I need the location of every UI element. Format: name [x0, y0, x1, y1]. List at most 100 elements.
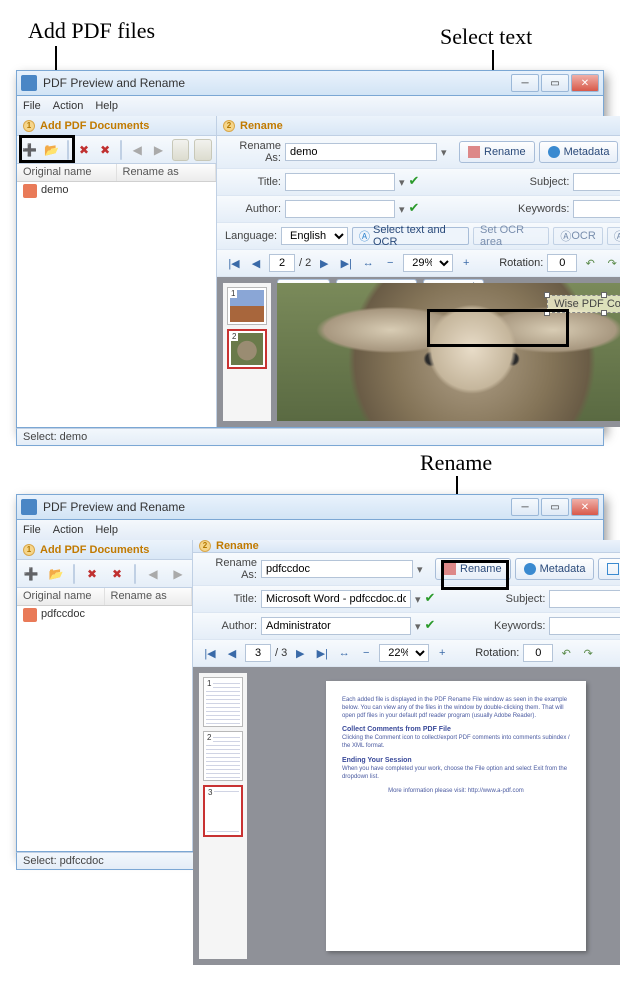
rotate-right-button[interactable]: ↷	[603, 254, 620, 272]
add-folder-button[interactable]: 📂	[43, 140, 60, 160]
disk-button-1[interactable]	[172, 139, 190, 161]
first-page-button[interactable]: |◀	[225, 254, 243, 272]
page-thumbnail[interactable]: 2	[203, 731, 243, 781]
disk-button-2[interactable]	[194, 139, 212, 161]
close-button[interactable]: ✕	[571, 498, 599, 516]
subject-label: Subject:	[513, 176, 569, 188]
rename-header: Rename	[240, 120, 283, 132]
list-item[interactable]: pdfccdoc	[17, 606, 192, 624]
a-ocr-button[interactable]: Ⓐ OCR	[553, 227, 602, 245]
pdf-preview[interactable]: Wise PDF Company	[277, 283, 620, 421]
rename-as-input[interactable]	[285, 143, 437, 161]
page-thumbnail[interactable]: 3	[203, 785, 243, 837]
ocr-button[interactable]: OCR	[598, 558, 620, 580]
next-page-button[interactable]: ▶	[291, 644, 309, 662]
maximize-button[interactable]: ▭	[541, 74, 569, 92]
info-icon	[524, 563, 536, 575]
zoom-out-button[interactable]: −	[357, 644, 375, 662]
page-thumbnail[interactable]: 1	[227, 287, 267, 325]
next-page-button[interactable]: ▶	[315, 254, 333, 272]
info-icon	[548, 146, 560, 158]
keywords-label: Keywords:	[513, 203, 569, 215]
page-total: / 3	[275, 647, 287, 659]
metadata-button[interactable]: Metadata	[539, 141, 619, 163]
check-icon: ✔	[425, 619, 439, 633]
rotation-input[interactable]	[523, 644, 553, 662]
move-up-button[interactable]: ◀	[129, 140, 145, 160]
move-down-button[interactable]: ▶	[168, 564, 188, 584]
rename-as-label: Rename As:	[201, 557, 257, 581]
menu-file[interactable]: File	[23, 100, 41, 112]
remove-all-button[interactable]: ✖	[97, 140, 113, 160]
move-down-button[interactable]: ▶	[150, 140, 166, 160]
remove-button[interactable]: ✖	[82, 564, 102, 584]
last-page-button[interactable]: ▶|	[313, 644, 331, 662]
page-thumbnail[interactable]: 1	[203, 677, 243, 727]
close-button[interactable]: ✕	[571, 74, 599, 92]
subject-input[interactable]	[573, 173, 620, 191]
move-up-button[interactable]: ◀	[143, 564, 163, 584]
section-bullet-icon: 1	[23, 120, 35, 132]
page-input[interactable]	[245, 644, 271, 662]
window-title: PDF Preview and Rename	[43, 76, 185, 90]
add-file-button[interactable]: ➕	[21, 140, 38, 160]
prev-page-button[interactable]: ◀	[247, 254, 265, 272]
keywords-input[interactable]	[549, 617, 620, 635]
add-pdf-header: Add PDF Documents	[40, 544, 149, 556]
maximize-button[interactable]: ▭	[541, 498, 569, 516]
pdf-file-icon	[23, 608, 37, 622]
author-input[interactable]	[261, 617, 411, 635]
minimize-button[interactable]: ─	[511, 498, 539, 516]
rotation-input[interactable]	[547, 254, 577, 272]
rename-button[interactable]: Rename	[459, 141, 535, 163]
rotate-right-button[interactable]: ↷	[579, 644, 597, 662]
zoom-in-button[interactable]: +	[433, 644, 451, 662]
metadata-button[interactable]: Metadata	[515, 558, 595, 580]
page-input[interactable]	[269, 254, 295, 272]
fit-h-button[interactable]: ↔	[359, 254, 377, 272]
fit-h-button[interactable]: ↔	[335, 644, 353, 662]
screenshot-2: PDF Preview and Rename ─ ▭ ✕ File Action…	[16, 494, 604, 856]
check-icon: ✔	[409, 202, 423, 216]
language-select[interactable]: English	[281, 227, 348, 245]
zoom-select[interactable]: 29%	[403, 254, 453, 272]
title-input[interactable]	[285, 173, 395, 191]
ocr-icon	[607, 563, 619, 575]
page-thumbnail[interactable]: 2	[227, 329, 267, 369]
author-input[interactable]	[285, 200, 395, 218]
menu-action[interactable]: Action	[53, 524, 84, 536]
select-text-ocr-button[interactable]: Ⓐ Select text and OCR	[352, 227, 469, 245]
watermark-text-selection[interactable]: Wise PDF Company	[547, 295, 620, 313]
menu-action[interactable]: Action	[53, 100, 84, 112]
minimize-button[interactable]: ─	[511, 74, 539, 92]
rotate-left-button[interactable]: ↶	[581, 254, 599, 272]
subject-input[interactable]	[549, 590, 620, 608]
set-ocr-area-button[interactable]: Set OCR area	[473, 227, 549, 245]
remove-all-button[interactable]: ✖	[107, 564, 127, 584]
zoom-out-button[interactable]: −	[381, 254, 399, 272]
window-title: PDF Preview and Rename	[43, 500, 185, 514]
remove-button[interactable]: ✖	[76, 140, 92, 160]
menu-file[interactable]: File	[23, 524, 41, 536]
menu-help[interactable]: Help	[95, 524, 118, 536]
prev-page-button[interactable]: ◀	[223, 644, 241, 662]
add-file-button[interactable]: ➕	[21, 564, 41, 584]
zoom-select[interactable]: 22%	[379, 644, 429, 662]
add-folder-button[interactable]: 📂	[46, 564, 66, 584]
rename-as-label: Rename As:	[225, 140, 281, 164]
rotate-left-button[interactable]: ↶	[557, 644, 575, 662]
menu-help[interactable]: Help	[95, 100, 118, 112]
rename-button[interactable]: Rename	[435, 558, 511, 580]
title-input[interactable]	[261, 590, 411, 608]
batch-ocr-button[interactable]: Ⓐ Batch OCR	[607, 227, 620, 245]
last-page-button[interactable]: ▶|	[337, 254, 355, 272]
zoom-in-button[interactable]: +	[457, 254, 475, 272]
file-name: pdfccdoc	[41, 608, 85, 622]
pdf-preview[interactable]: Each added file is displayed in the PDF …	[253, 673, 620, 959]
rename-as-input[interactable]	[261, 560, 413, 578]
annotation-rename: Rename	[420, 450, 492, 476]
check-icon: ✔	[425, 592, 439, 606]
keywords-input[interactable]	[573, 200, 620, 218]
first-page-button[interactable]: |◀	[201, 644, 219, 662]
list-item[interactable]: demo	[17, 182, 216, 200]
